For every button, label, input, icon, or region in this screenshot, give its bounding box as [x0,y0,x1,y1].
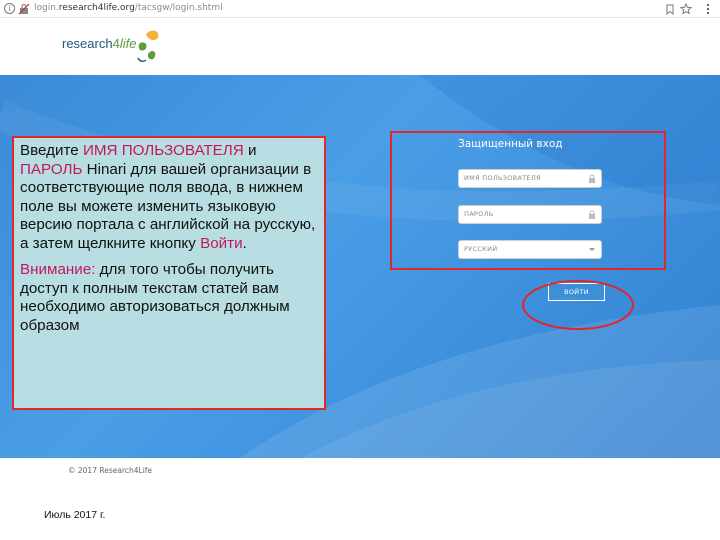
bookmark-icon[interactable] [664,3,676,15]
instruction-note: Введите ИМЯ ПОЛЬЗОВАТЕЛЯ и ПАРОЛЬ Hinari… [12,136,326,410]
logo-leaf-icon [137,30,159,63]
info-icon[interactable]: i [4,3,15,14]
language-select[interactable]: РУССКИЙ [458,240,602,259]
lock-icon [589,174,595,183]
copyright-text: © 2017 Research4Life [68,466,153,475]
slide-date: Июль 2017 г. [44,509,106,521]
dropdown-arrow-icon [589,248,595,251]
instruction-paragraph: Введите ИМЯ ПОЛЬЗОВАТЕЛЯ и ПАРОЛЬ Hinari… [20,142,316,252]
highlight-circle [522,280,634,330]
login-title: Защищенный вход [458,138,563,150]
password-input[interactable]: ПАРОЛЬ [458,205,602,224]
lock-icon [589,210,595,219]
attention-paragraph: Внимание: для того чтобы получить доступ… [20,261,290,334]
menu-icon[interactable] [703,3,713,15]
username-input[interactable]: ИМЯ ПОЛЬЗОВАТЕЛЯ [458,169,602,188]
browser-address-bar[interactable]: i login.research4life.org/tacsgw/login.s… [0,0,720,18]
star-icon[interactable] [680,3,692,15]
url-text[interactable]: login.research4life.org/tacsgw/login.sht… [34,3,223,13]
lock-icon [18,3,30,15]
logo-text: research4life [62,36,137,51]
research4life-logo[interactable]: research4life [62,28,172,68]
